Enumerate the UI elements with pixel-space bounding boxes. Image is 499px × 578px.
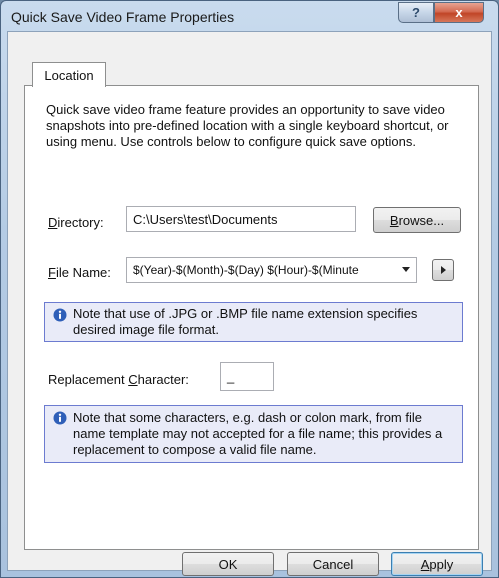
browse-accel: B: [389, 212, 399, 228]
close-button[interactable]: x: [434, 2, 484, 23]
file-name-label-rest: ile Name:: [55, 265, 111, 280]
arrow-right-icon: [440, 266, 446, 274]
directory-label: Directory:: [48, 215, 104, 230]
replacement-label-rest: haracter:: [137, 372, 189, 387]
apply-button[interactable]: Apply: [391, 552, 483, 576]
dropdown-arrow-icon[interactable]: [402, 267, 410, 272]
tab-location[interactable]: Location: [32, 62, 106, 87]
info-icon: [53, 411, 67, 425]
dialog-window: Quick Save Video Frame Properties ? x Lo…: [0, 0, 499, 578]
replacement-note: Note that some characters, e.g. dash or …: [44, 405, 463, 463]
ok-button[interactable]: OK: [182, 552, 274, 576]
close-icon: x: [455, 5, 463, 20]
file-name-value: $(Year)-$(Month)-$(Day) $(Hour)-$(Minute: [133, 263, 359, 277]
cancel-button[interactable]: Cancel: [287, 552, 379, 576]
replacement-note-text: Note that some characters, e.g. dash or …: [73, 410, 443, 457]
file-name-label: File Name:: [48, 265, 111, 280]
help-button[interactable]: ?: [398, 2, 434, 23]
directory-label-accel: D: [48, 215, 58, 230]
replacement-label: Replacement Character:: [48, 372, 189, 387]
browse-button[interactable]: Browse...: [373, 207, 461, 233]
tab-panel-location: Quick save video frame feature provides …: [24, 85, 479, 550]
insert-macro-button[interactable]: [432, 259, 454, 281]
apply-accel: A: [420, 556, 430, 572]
browse-rest: rowse...: [398, 212, 445, 228]
replacement-character-input[interactable]: _: [220, 362, 274, 391]
apply-rest: pply: [429, 556, 454, 572]
help-icon: ?: [412, 5, 420, 20]
directory-label-rest: irectory:: [57, 215, 104, 230]
window-title: Quick Save Video Frame Properties: [11, 9, 235, 25]
description-text: Quick save video frame feature provides …: [46, 102, 449, 149]
replacement-label-pre: Replacement: [48, 372, 129, 387]
replacement-label-accel: C: [128, 372, 138, 387]
directory-input[interactable]: C:\Users\test\Documents: [126, 206, 356, 232]
title-bar[interactable]: Quick Save Video Frame Properties ? x: [1, 1, 498, 33]
format-note: Note that use of .JPG or .BMP file name …: [44, 302, 463, 342]
file-name-combobox[interactable]: $(Year)-$(Month)-$(Day) $(Hour)-$(Minute: [126, 257, 417, 283]
file-name-label-accel: F: [48, 265, 56, 280]
info-icon: [53, 308, 67, 322]
dialog-client-area: Location Quick save video frame feature …: [7, 31, 492, 576]
format-note-text: Note that use of .JPG or .BMP file name …: [73, 306, 418, 337]
